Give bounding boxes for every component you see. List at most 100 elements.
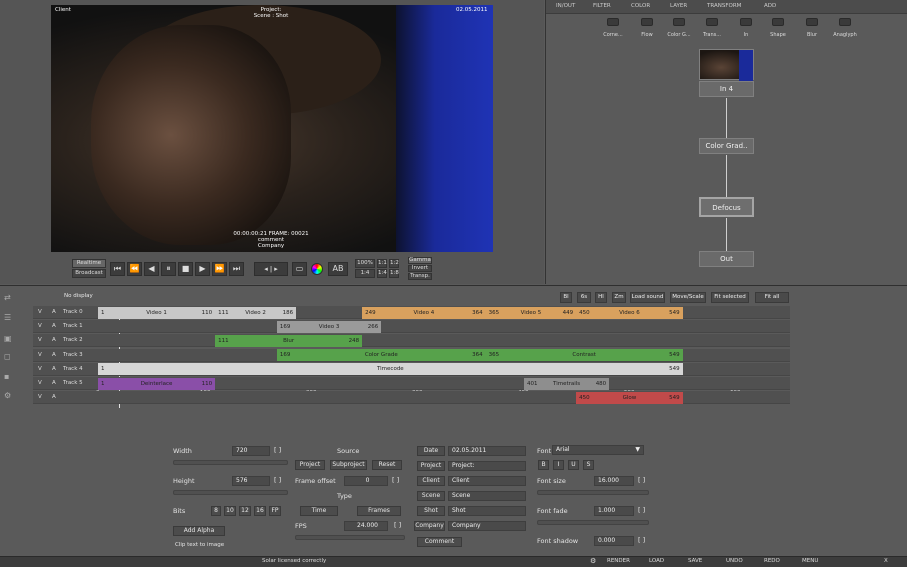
font-shadow-field[interactable]: 0.000 [594,536,634,546]
clip-text-label[interactable]: Clip text to image [175,542,224,548]
load-sound-button[interactable]: Load sound [630,292,665,303]
skip-end-icon[interactable]: ⏭ [229,262,244,276]
timeline-clip[interactable]: 401 Timetrails 480 [524,377,610,390]
tool-shape[interactable]: Shape [763,18,793,38]
6s-button[interactable]: 6s [577,292,591,303]
underline-button[interactable]: U [568,460,579,470]
zoom-1-4-button[interactable]: 1:4 [355,269,375,278]
move-icon[interactable]: ⇄ [4,293,16,303]
date-field[interactable]: 02.05.2011 [448,446,526,456]
bits-12-button[interactable]: 12 [239,506,251,516]
track-row[interactable]: V A Track 1 [33,320,790,334]
settings-icon[interactable]: ⚙ [590,557,596,565]
font-fade-slider[interactable] [537,520,649,525]
bits-8-button[interactable]: 8 [211,506,221,516]
timeline-clip[interactable]: 450 Glow 549 [576,391,683,404]
frame-offset-lock[interactable]: [ ] [392,476,399,484]
reset-button[interactable]: Reset [372,460,402,470]
gamma-button[interactable]: Gamma [408,257,432,264]
scene-button[interactable]: Scene [417,491,445,501]
zoom-1-4b-button[interactable]: 1:4 [377,269,387,278]
undo-button[interactable]: UNDO [726,558,743,564]
frame-offset-field[interactable]: 0 [344,476,388,486]
timeline-clip[interactable]: 249 Video 4 364 [362,306,486,319]
tab-layer[interactable]: LAYER [670,3,687,9]
scene-field[interactable]: Scene [448,491,526,501]
bits-10-button[interactable]: 10 [224,506,236,516]
video-toggle[interactable]: V [38,309,42,315]
tool-transform[interactable]: Trans... [697,18,727,38]
clip-icon[interactable]: ▣ [4,334,16,344]
height-field[interactable]: 576 [232,476,270,486]
font-fade-field[interactable]: 1.000 [594,506,634,516]
zoom-100-button[interactable]: 100% [355,259,375,268]
track-row[interactable]: V A Track 2 [33,334,790,348]
tab-transform[interactable]: TRANSFORM [707,3,741,9]
tab-filter[interactable]: FILTER [593,3,611,9]
add-alpha-button[interactable]: Add Alpha [173,526,225,536]
tool-corner[interactable]: Corne... [598,18,628,38]
shot-field[interactable]: Shot [448,506,526,516]
bits-fp-button[interactable]: FP [269,506,281,516]
font-size-field[interactable]: 16.000 [594,476,634,486]
font-shadow-lock[interactable]: [ ] [638,536,645,544]
width-field[interactable]: 720 [232,446,270,456]
marker-controls[interactable]: ◂ ǀ ▸ [254,262,288,276]
zm-button[interactable]: Zm [612,292,626,303]
width-slider[interactable] [173,460,288,465]
video-toggle[interactable]: V [38,394,42,400]
shot-button[interactable]: Shot [417,506,445,516]
node-defocus[interactable]: Defocus [699,197,754,217]
broadcast-button[interactable]: Broadcast [72,269,106,278]
tab-color[interactable]: COLOR [631,3,650,9]
tool-blur[interactable]: Blur [797,18,827,38]
menu-button[interactable]: MENU [802,558,818,564]
step-back-icon[interactable]: ◀ [144,262,159,276]
comment-icon[interactable]: ◻ [4,352,16,362]
camera-icon[interactable]: ▪ [4,372,16,382]
fps-lock[interactable]: [ ] [394,521,401,529]
skip-start-icon[interactable]: ⏮ [110,262,125,276]
bl-button[interactable]: Bl [560,292,572,303]
audio-toggle[interactable]: A [52,337,56,343]
tool-flow[interactable]: Flow [632,18,662,38]
move-scale-button[interactable]: Move/Scale [670,292,706,303]
timeline-clip[interactable]: 1 Timecode 549 [98,363,683,376]
invert-button[interactable]: Invert [408,265,432,272]
audio-toggle[interactable]: A [52,323,56,329]
timeline-clip[interactable]: 169 Video 3 266 [276,320,382,333]
safe-frame-icon[interactable]: ▭ [292,262,307,276]
zoom-1-8-button[interactable]: 1:8 [389,269,399,278]
fps-slider[interactable] [295,535,405,540]
bits-16-button[interactable]: 16 [254,506,266,516]
project-field[interactable]: Project: [448,461,526,471]
redo-button[interactable]: REDO [764,558,780,564]
timeline-clip[interactable]: 111 Video 2 186 [215,306,297,319]
project-button[interactable]: Project [417,461,445,471]
split-icon[interactable]: ☰ [4,313,16,323]
audio-toggle[interactable]: A [52,366,56,372]
audio-toggle[interactable]: A [52,309,56,315]
fit-selected-button[interactable]: Fit selected [711,292,749,303]
timeline-clip[interactable]: 365 Contrast 549 [485,349,683,362]
audio-toggle[interactable]: A [52,380,56,386]
audio-toggle[interactable]: A [52,394,56,400]
tab-add[interactable]: ADD [764,3,776,9]
video-toggle[interactable]: V [38,380,42,386]
video-frame[interactable]: Client Project: Scene : Shot 02.05.2011 … [51,5,493,252]
stop-icon[interactable]: ■ [178,262,193,276]
video-toggle[interactable]: V [38,337,42,343]
node-in[interactable]: In 4 [699,81,754,97]
width-lock[interactable]: [ ] [274,446,281,454]
realtime-button[interactable]: Realtime [72,259,106,268]
gear-icon[interactable]: ⚙ [4,391,16,401]
type-frames-button[interactable]: Frames [357,506,401,516]
company-button[interactable]: Company [414,521,445,531]
font-size-slider[interactable] [537,490,649,495]
video-toggle[interactable]: V [38,352,42,358]
height-slider[interactable] [173,490,288,495]
timeline-clip[interactable]: 450 Video 6 549 [576,306,683,319]
timeline-clip[interactable]: 365 Video 5 449 [485,306,577,319]
play-icon[interactable]: ▶ [195,262,210,276]
ab-compare-icon[interactable]: AB [328,262,348,276]
